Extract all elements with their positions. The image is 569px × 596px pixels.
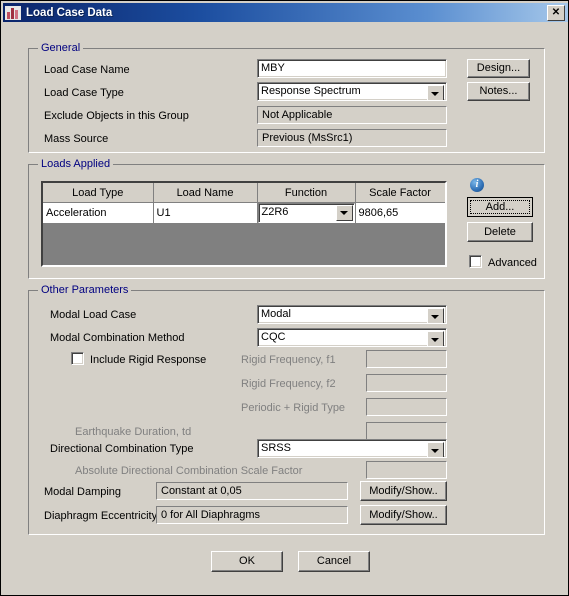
cell-load-name[interactable]: U1: [153, 202, 258, 224]
function-value: Z2R6: [261, 206, 289, 218]
label-periodic-rigid-type: Periodic + Rigid Type: [241, 402, 346, 414]
chevron-down-icon[interactable]: [427, 308, 444, 323]
advanced-checkbox-label: Advanced: [488, 257, 537, 269]
absolute-directional-scale-factor-input: [366, 461, 447, 479]
chevron-down-icon[interactable]: [335, 205, 353, 221]
app-icon: [5, 5, 21, 20]
column-header-scale-factor: Scale Factor: [355, 183, 445, 203]
chevron-down-icon[interactable]: [427, 85, 444, 100]
include-rigid-response-label: Include Rigid Response: [90, 354, 207, 366]
notes-button[interactable]: Notes...: [467, 82, 530, 101]
diaphragm-eccentricity-value: 0 for All Diaphragms: [156, 506, 348, 524]
advanced-checkbox[interactable]: [469, 255, 482, 268]
label-exclude-objects: Exclude Objects in this Group: [44, 110, 189, 122]
label-mass-source: Mass Source: [44, 133, 109, 145]
label-modal-damping: Modal Damping: [44, 486, 122, 498]
info-icon: i: [470, 178, 484, 192]
label-earthquake-duration: Earthquake Duration, td: [75, 426, 192, 438]
load-case-type-value: Response Spectrum: [261, 85, 361, 97]
column-header-load-type: Load Type: [43, 183, 154, 203]
label-rigid-frequency-f1: Rigid Frequency, f1: [241, 354, 336, 366]
rigid-frequency-f1-input: [366, 350, 447, 368]
modal-combination-method-select[interactable]: CQC: [257, 328, 447, 347]
design-button[interactable]: Design...: [467, 59, 530, 78]
add-button[interactable]: Add...: [467, 197, 533, 217]
ok-button[interactable]: OK: [211, 551, 283, 572]
modal-damping-modify-show-button[interactable]: Modify/Show..: [360, 481, 447, 501]
chevron-down-icon[interactable]: [427, 442, 444, 457]
loads-applied-legend: Loads Applied: [38, 158, 114, 170]
earthquake-duration-input: [366, 422, 447, 440]
loads-applied-table[interactable]: Load Type Load Name Function Scale Facto…: [41, 181, 447, 267]
close-icon[interactable]: ✕: [547, 5, 565, 21]
general-legend: General: [38, 42, 84, 54]
label-rigid-frequency-f2: Rigid Frequency, f2: [241, 378, 336, 390]
cell-scale-factor[interactable]: 9806,65: [355, 202, 445, 224]
title-bar: Load Case Data ✕: [3, 3, 568, 22]
label-load-case-type: Load Case Type: [44, 87, 124, 99]
other-parameters-legend: Other Parameters: [38, 284, 132, 296]
table-header-row: Load Type Load Name Function Scale Facto…: [43, 183, 445, 203]
exclude-objects-value: Not Applicable: [257, 106, 447, 124]
diaphragm-eccentricity-modify-show-button[interactable]: Modify/Show..: [360, 505, 447, 525]
directional-combination-type-value: SRSS: [261, 442, 291, 454]
add-button-label: Add...: [470, 200, 530, 214]
label-modal-combination-method: Modal Combination Method: [50, 332, 185, 344]
include-rigid-response-checkbox[interactable]: [71, 352, 84, 365]
modal-damping-value: Constant at 0,05: [156, 482, 348, 500]
rigid-frequency-f2-input: [366, 374, 447, 392]
directional-combination-type-select[interactable]: SRSS: [257, 439, 447, 458]
column-header-function: Function: [257, 183, 356, 203]
modal-load-case-value: Modal: [261, 308, 291, 320]
cancel-button[interactable]: Cancel: [298, 551, 370, 572]
function-select[interactable]: Z2R6: [257, 203, 355, 223]
label-modal-load-case: Modal Load Case: [50, 309, 137, 321]
load-case-data-dialog: Load Case Data ✕ General Load Case Name …: [0, 0, 569, 596]
column-header-load-name: Load Name: [153, 183, 258, 203]
window-title: Load Case Data: [26, 6, 113, 19]
table-row[interactable]: Acceleration U1 Z2R6 9806,65: [43, 202, 445, 224]
periodic-rigid-type-input: [366, 398, 447, 416]
load-case-type-select[interactable]: Response Spectrum: [257, 82, 447, 101]
label-diaphragm-eccentricity: Diaphragm Eccentricity: [44, 510, 158, 522]
mass-source-value: Previous (MsSrc1): [257, 129, 447, 147]
label-absolute-directional-scale-factor: Absolute Directional Combination Scale F…: [75, 465, 303, 477]
label-load-case-name: Load Case Name: [44, 64, 130, 76]
load-case-name-input[interactable]: MBY: [257, 59, 447, 78]
label-directional-combination-type: Directional Combination Type: [50, 443, 194, 455]
cell-function[interactable]: Z2R6: [257, 202, 356, 224]
delete-button[interactable]: Delete: [467, 222, 533, 242]
modal-load-case-select[interactable]: Modal: [257, 305, 447, 324]
cell-load-type[interactable]: Acceleration: [43, 202, 154, 224]
chevron-down-icon[interactable]: [427, 331, 444, 346]
modal-combination-method-value: CQC: [261, 331, 286, 343]
